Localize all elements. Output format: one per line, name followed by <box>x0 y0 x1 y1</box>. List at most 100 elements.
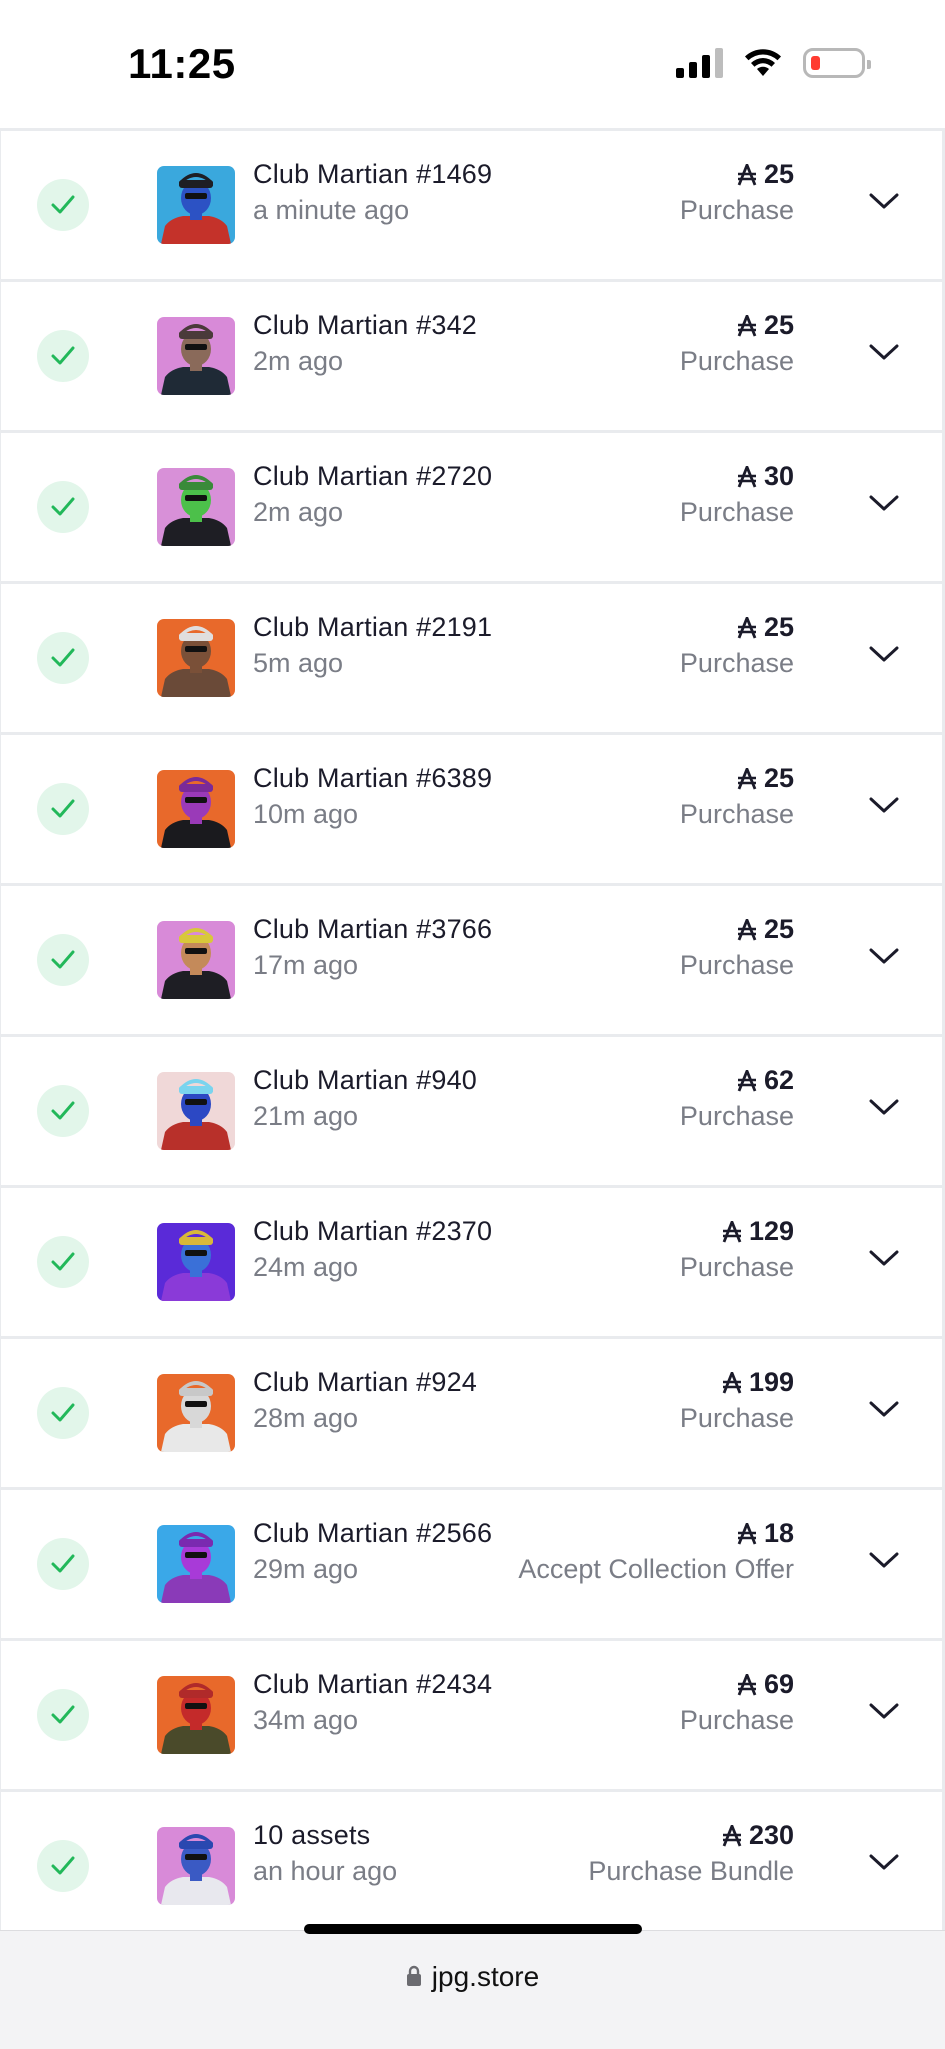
check-circle-icon <box>37 1236 89 1288</box>
nft-thumbnail[interactable] <box>157 921 235 999</box>
transaction-row[interactable]: Club Martian #2566 29m ago 18 Accept Col… <box>1 1490 942 1638</box>
ada-icon <box>737 465 757 488</box>
item-time-ago: 24m ago <box>253 1252 359 1282</box>
ada-icon <box>737 767 757 790</box>
address-display[interactable]: jpg.store <box>0 1961 945 1993</box>
item-time-ago: 2m ago <box>253 346 344 376</box>
item-price: 25 <box>737 310 794 341</box>
item-time-ago: 17m ago <box>253 950 359 980</box>
price-value: 25 <box>763 159 794 189</box>
price-value: 25 <box>763 612 794 642</box>
transaction-row[interactable]: Club Martian #2370 24m ago 129 Purchase <box>1 1188 942 1336</box>
ada-icon <box>737 1069 757 1092</box>
chevron-down-icon[interactable] <box>868 644 900 664</box>
transactions-list: Club Martian #1469 a minute ago 25 Purch… <box>0 128 945 1930</box>
ada-icon <box>722 1824 742 1847</box>
transaction-row[interactable]: Club Martian #2434 34m ago 69 Purchase <box>1 1641 942 1789</box>
check-circle-icon <box>37 1689 89 1741</box>
price-value: 69 <box>763 1669 794 1699</box>
chevron-down-icon[interactable] <box>868 795 900 815</box>
nft-thumbnail[interactable] <box>157 317 235 395</box>
status-time: 11:25 <box>128 40 236 87</box>
transaction-type: Purchase <box>679 799 794 829</box>
transaction-type: Purchase <box>679 1101 794 1131</box>
item-price: 25 <box>737 914 794 945</box>
lock-icon <box>406 1965 421 1986</box>
item-title: Club Martian #3766 <box>253 914 493 944</box>
browser-address-bar[interactable]: jpg.store <box>0 1930 945 2049</box>
home-indicator[interactable] <box>304 1924 642 1934</box>
check-circle-icon <box>37 632 89 684</box>
item-title: 10 assets <box>253 1820 371 1850</box>
nft-thumbnail[interactable] <box>157 1072 235 1150</box>
item-title: Club Martian #2191 <box>253 612 493 642</box>
ada-icon <box>737 918 757 941</box>
price-value: 62 <box>763 1065 794 1095</box>
check-circle-icon <box>37 1085 89 1137</box>
ada-icon <box>737 314 757 337</box>
wifi-icon <box>745 49 781 76</box>
transaction-row[interactable]: Club Martian #2191 5m ago 25 Purchase <box>1 584 942 732</box>
item-title: Club Martian #924 <box>253 1367 478 1397</box>
transaction-row[interactable]: Club Martian #342 2m ago 25 Purchase <box>1 282 942 430</box>
transaction-type: Purchase <box>679 1705 794 1735</box>
chevron-down-icon[interactable] <box>868 342 900 362</box>
price-value: 230 <box>748 1820 794 1850</box>
ada-icon <box>737 1522 757 1545</box>
transaction-row[interactable]: Club Martian #6389 10m ago 25 Purchase <box>1 735 942 883</box>
transaction-row[interactable]: Club Martian #3766 17m ago 25 Purchase <box>1 886 942 1034</box>
chevron-down-icon[interactable] <box>868 1399 900 1419</box>
nft-thumbnail[interactable] <box>157 770 235 848</box>
transaction-type: Purchase <box>679 950 794 980</box>
chevron-down-icon[interactable] <box>868 1550 900 1570</box>
ada-icon <box>737 616 757 639</box>
nft-thumbnail[interactable] <box>157 1676 235 1754</box>
check-circle-icon <box>37 330 89 382</box>
transaction-row[interactable]: Club Martian #924 28m ago 199 Purchase <box>1 1339 942 1487</box>
chevron-down-icon[interactable] <box>868 1852 900 1872</box>
item-time-ago: a minute ago <box>253 195 410 225</box>
price-value: 25 <box>763 763 794 793</box>
chevron-down-icon[interactable] <box>868 946 900 966</box>
nft-thumbnail[interactable] <box>157 1525 235 1603</box>
item-time-ago: 21m ago <box>253 1101 359 1131</box>
price-value: 25 <box>763 310 794 340</box>
item-time-ago: 10m ago <box>253 799 359 829</box>
transaction-type: Purchase <box>679 195 794 225</box>
nft-thumbnail[interactable] <box>157 166 235 244</box>
transaction-row[interactable]: Club Martian #940 21m ago 62 Purchase <box>1 1037 942 1185</box>
item-time-ago: 28m ago <box>253 1403 359 1433</box>
item-price: 129 <box>722 1216 794 1247</box>
price-value: 30 <box>763 461 794 491</box>
chevron-down-icon[interactable] <box>868 493 900 513</box>
item-title: Club Martian #342 <box>253 310 478 340</box>
transaction-row[interactable]: Club Martian #2720 2m ago 30 Purchase <box>1 433 942 581</box>
check-circle-icon <box>37 481 89 533</box>
item-price: 25 <box>737 612 794 643</box>
chevron-down-icon[interactable] <box>868 1097 900 1117</box>
item-price: 30 <box>737 461 794 492</box>
transaction-row[interactable]: Club Martian #1469 a minute ago 25 Purch… <box>1 131 942 279</box>
nft-thumbnail[interactable] <box>157 1374 235 1452</box>
item-time-ago: 29m ago <box>253 1554 359 1584</box>
item-time-ago: 2m ago <box>253 497 344 527</box>
nft-thumbnail[interactable] <box>157 619 235 697</box>
check-circle-icon <box>37 783 89 835</box>
battery-icon <box>803 48 871 78</box>
transaction-row[interactable]: 10 assets an hour ago 230 Purchase Bundl… <box>1 1792 942 1930</box>
item-price: 18 <box>737 1518 794 1549</box>
transaction-type: Accept Collection Offer <box>518 1554 794 1584</box>
item-title: Club Martian #940 <box>253 1065 478 1095</box>
chevron-down-icon[interactable] <box>868 1248 900 1268</box>
chevron-down-icon[interactable] <box>868 1701 900 1721</box>
nft-thumbnail[interactable] <box>157 1827 235 1905</box>
chevron-down-icon[interactable] <box>868 191 900 211</box>
item-title: Club Martian #2566 <box>253 1518 493 1548</box>
check-circle-icon <box>37 1538 89 1590</box>
status-icons <box>676 48 871 78</box>
nft-thumbnail[interactable] <box>157 1223 235 1301</box>
ada-icon <box>722 1220 742 1243</box>
item-title: Club Martian #2720 <box>253 461 493 491</box>
transaction-type: Purchase Bundle <box>588 1856 794 1886</box>
nft-thumbnail[interactable] <box>157 468 235 546</box>
